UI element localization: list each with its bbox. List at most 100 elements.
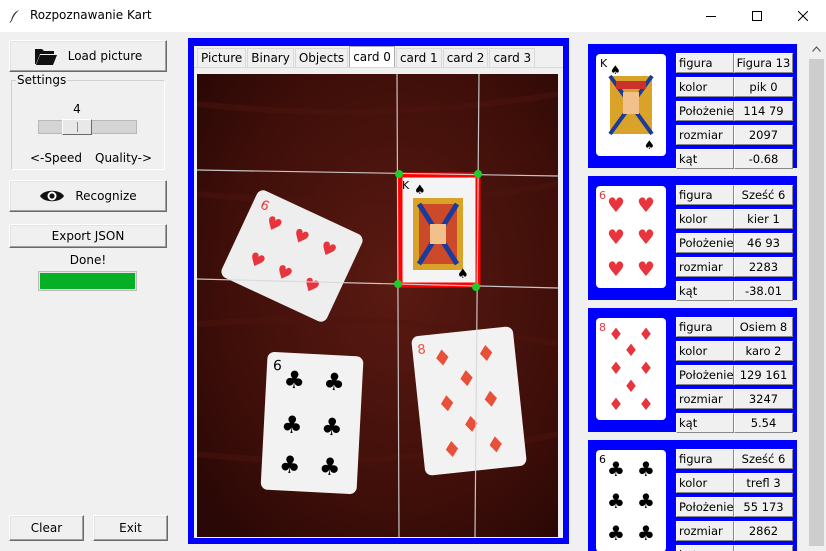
photo-pip: ♣: [280, 410, 303, 439]
thumb-pip: ♣: [607, 521, 625, 545]
chevron-up-icon: [812, 45, 821, 52]
load-picture-label: Load picture: [67, 49, 143, 63]
thumb-pip: ♣: [607, 489, 625, 513]
info-value: Osiem 8: [734, 317, 793, 337]
thumb-pip: ♣: [637, 489, 655, 513]
info-value: 46 93: [734, 233, 793, 253]
info-row-kolor: kolor karo 2: [676, 341, 793, 361]
card-thumbnail: 6 ♣ ♣ ♣ ♣ ♣ ♣: [596, 450, 666, 551]
thumb-pip: ♦: [608, 359, 623, 379]
card-panel-0: K ♠ ♠ figura Figura 13 kolor pik 0 Położ…: [588, 44, 797, 169]
info-row-kolor: kolor pik 0: [676, 77, 793, 97]
image-view: Picture Binary Objects card 0 card 1 car…: [194, 46, 563, 538]
thumb-pip: ♦: [638, 325, 653, 345]
card-thumbnail: 6 ♥ ♥ ♥ ♥ ♥ ♥: [596, 186, 666, 288]
scrollbar-thumb[interactable]: [809, 59, 824, 546]
info-row-rozmiar: rozmiar 2283: [676, 257, 793, 277]
info-key: Położenie: [676, 233, 734, 253]
thumb-suit: ♠: [644, 138, 655, 152]
photo-pip: ♦: [485, 432, 507, 459]
info-value: karo 2: [734, 341, 793, 361]
photo-pip: ♦: [441, 437, 463, 464]
minimize-button[interactable]: [688, 0, 734, 32]
info-value: [734, 545, 793, 551]
photo-card-six-clubs-rank: 6: [273, 358, 283, 374]
photo-card-eight-diamonds: 8 ♦ ♦ ♦ ♦ ♦ ♦ ♦ ♦: [411, 326, 527, 476]
tab-objects[interactable]: Objects: [294, 48, 349, 67]
info-row-polozenie: Położenie 114 79: [676, 101, 793, 121]
photo-pip: ♦: [475, 341, 497, 368]
photo-pip: ♣: [283, 365, 306, 394]
tab-binary[interactable]: Binary: [247, 48, 294, 67]
info-row-rozmiar: rozmiar 3247: [676, 389, 793, 409]
info-key: rozmiar: [676, 257, 734, 277]
thumb-pip: ♦: [638, 359, 653, 379]
title-bar[interactable]: Rozpoznawanie Kart: [0, 0, 826, 32]
photo-pip: ♣: [320, 413, 343, 442]
thumb-pip: ♦: [623, 341, 638, 361]
photo-card-king-suit: ♠: [414, 183, 426, 198]
status-text: Done!: [69, 253, 107, 267]
clear-button[interactable]: Clear: [9, 515, 84, 541]
info-row-figura: figura Sześć 6: [676, 449, 793, 469]
card-thumbnail: K ♠ ♠: [596, 54, 666, 156]
info-row-polozenie: Położenie 55 173: [676, 497, 793, 517]
info-key: kolor: [676, 77, 734, 97]
card-panel-3: 6 ♣ ♣ ♣ ♣ ♣ ♣ figura Sześć 6 kolor trefl…: [588, 440, 797, 551]
exit-button[interactable]: Exit: [93, 515, 168, 541]
export-json-button[interactable]: Export JSON: [9, 224, 167, 248]
info-key: kąt: [676, 281, 734, 301]
photo-card-eight-rank: 8: [417, 342, 427, 358]
card-list[interactable]: K ♠ ♠ figura Figura 13 kolor pik 0 Położ…: [585, 40, 806, 551]
speed-label: <-Speed: [30, 151, 83, 165]
view-tabs: Picture Binary Objects card 0 card 1 car…: [197, 46, 536, 68]
info-value: 3247: [734, 389, 793, 409]
thumb-rank: 8: [599, 321, 606, 334]
vertical-scrollbar[interactable]: [808, 40, 825, 551]
info-key: rozmiar: [676, 521, 734, 541]
tab-card-1[interactable]: card 1: [395, 48, 442, 67]
close-button[interactable]: [780, 0, 826, 32]
photo-pip: ♣: [278, 450, 301, 479]
info-key: Położenie: [676, 365, 734, 385]
tab-picture[interactable]: Picture: [197, 48, 247, 67]
scroll-up-button[interactable]: [808, 40, 825, 57]
tab-card-0[interactable]: card 0: [349, 46, 395, 67]
recognize-label: Recognize: [75, 189, 137, 203]
info-value: -38.01: [734, 281, 793, 301]
thumb-rank: 6: [599, 453, 606, 466]
info-row-figura: figura Osiem 8: [676, 317, 793, 337]
recognize-button[interactable]: Recognize: [9, 180, 167, 212]
info-row-figura: figura Sześć 6: [676, 185, 793, 205]
progress-bar: [38, 271, 137, 291]
tab-card-3[interactable]: card 3: [489, 48, 536, 67]
minimize-icon: [706, 16, 716, 17]
info-key: figura: [676, 317, 734, 337]
info-value: -0.68: [734, 149, 793, 169]
load-picture-button[interactable]: Load picture: [9, 40, 167, 72]
image-view-frame: Picture Binary Objects card 0 card 1 car…: [188, 38, 569, 544]
photo-card-king-suit: ♠: [457, 267, 469, 282]
thumb-pip: ♥: [637, 225, 655, 249]
info-key: figura: [676, 449, 734, 469]
quality-scale-handle[interactable]: [62, 119, 92, 135]
maximize-button[interactable]: [734, 0, 780, 32]
card-panel-1: 6 ♥ ♥ ♥ ♥ ♥ ♥ figura Sześć 6 kolor kier …: [588, 176, 797, 301]
photo-card-king-rank: K: [402, 179, 410, 192]
info-value: trefl 3: [734, 473, 793, 493]
thumb-pip: ♣: [637, 457, 655, 481]
feather-icon: [9, 10, 19, 23]
thumb-pip: ♥: [607, 193, 625, 217]
info-key: Położenie: [676, 101, 734, 121]
photo-pip: ♦: [460, 412, 482, 439]
card-photo: 6 ♥ ♥ ♥ ♥ ♥ ♥ K ♠ ♠ 6 ♣ ♣ ♣ ♣ ♣ ♣ 8 ♦ ♦ …: [197, 74, 558, 537]
tab-card-2[interactable]: card 2: [442, 48, 489, 67]
info-value: Sześć 6: [734, 185, 793, 205]
tab-separator: [194, 67, 563, 68]
info-row-rozmiar: rozmiar 2097: [676, 125, 793, 145]
info-key: kąt: [676, 149, 734, 169]
photo-pip: ♦: [436, 391, 458, 418]
card-thumbnail: 8 ♦ ♦ ♦ ♦ ♦ ♦ ♦ ♦: [596, 318, 666, 420]
thumb-pip: ♥: [607, 257, 625, 281]
eye-icon: [40, 190, 65, 202]
